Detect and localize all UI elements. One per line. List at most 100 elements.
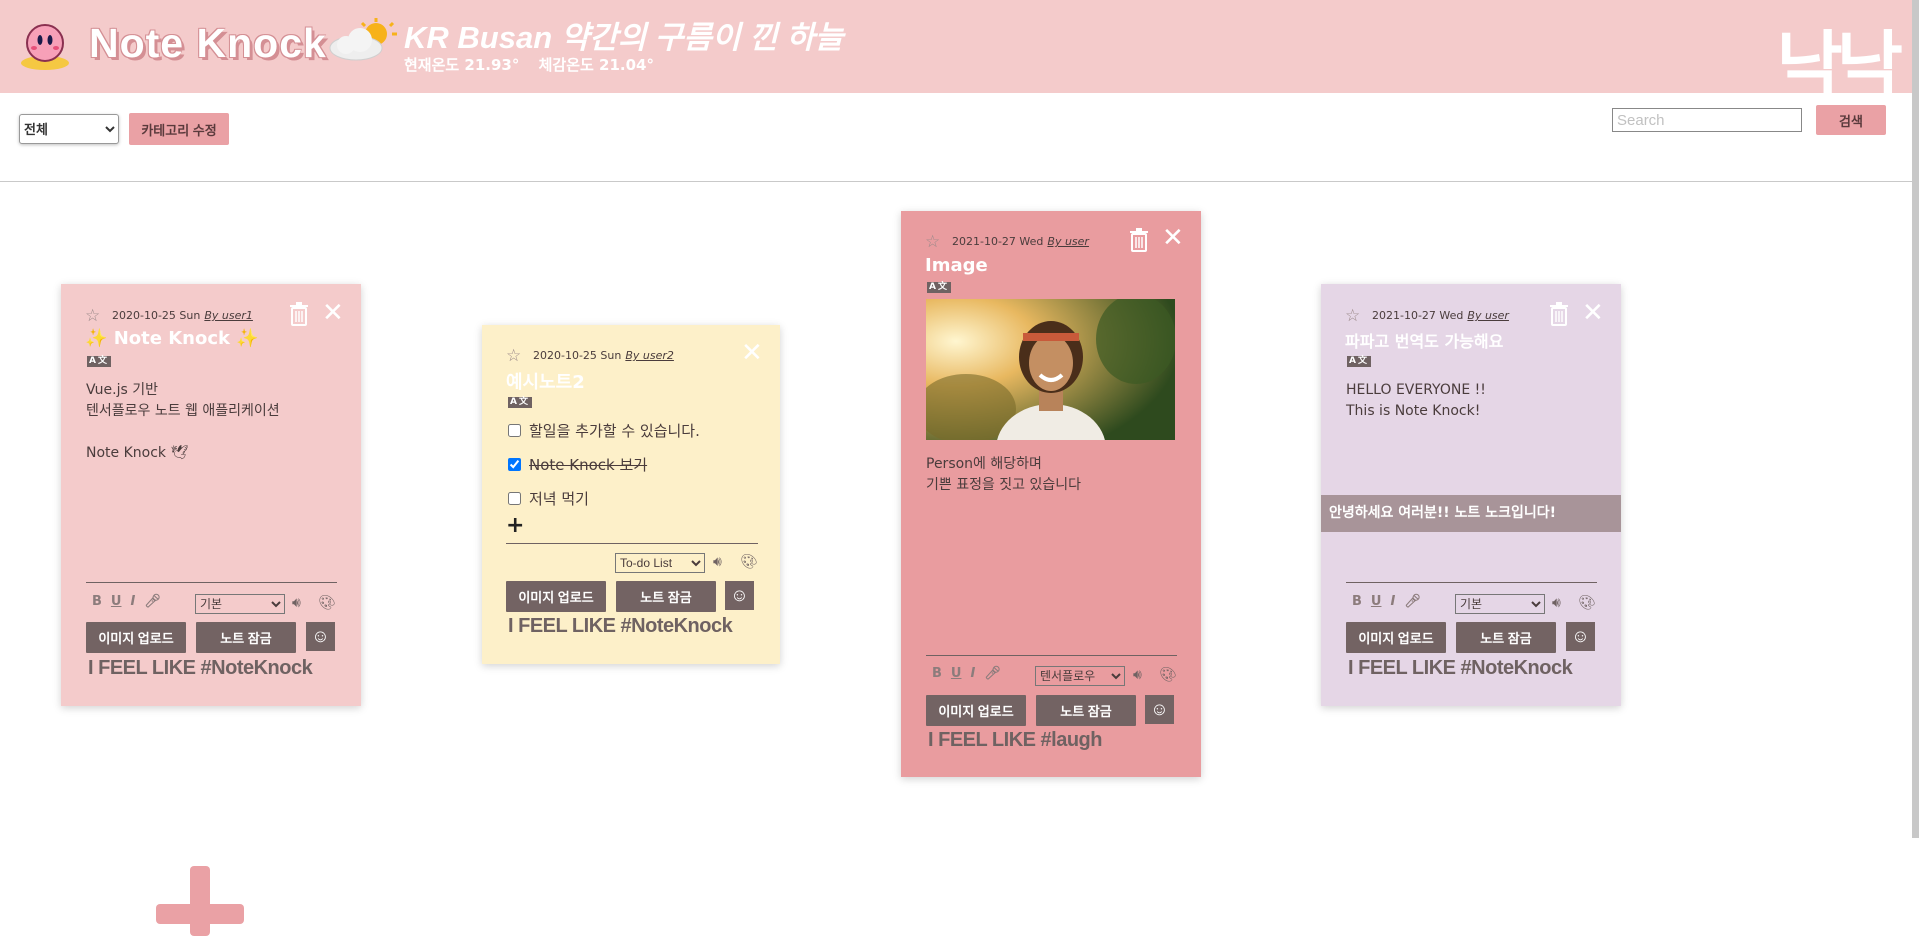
translate-icon[interactable]: A文 [508, 397, 532, 408]
note-card[interactable]: ☆ 2020-10-25 Sun By user2 ✕ 예시노트2 A文 할일을 … [482, 325, 780, 664]
note-author[interactable]: By user1 [204, 309, 253, 322]
speaker-icon[interactable]: 🔊︎ [292, 594, 301, 612]
todo-item[interactable]: 할일을 추가할 수 있습니다. [508, 420, 700, 441]
close-icon[interactable]: ✕ [1582, 300, 1604, 326]
category-edit-button[interactable]: 카테고리 수정 [129, 113, 229, 145]
emoji-icon[interactable]: ☺ [1566, 622, 1595, 651]
note-body-line: Note Knock 🕊 [86, 445, 189, 461]
translate-icon[interactable]: A文 [1347, 356, 1371, 367]
speaker-icon[interactable]: 🔊︎ [1133, 666, 1142, 684]
italic-button[interactable]: I [970, 666, 975, 681]
underline-button[interactable]: U [951, 666, 962, 681]
todo-checkbox[interactable] [508, 458, 521, 471]
partly-cloudy-icon [329, 18, 397, 61]
close-icon[interactable]: ✕ [1162, 225, 1184, 251]
note-body-line: 기쁜 표정을 짓고 있습니다 [926, 477, 1082, 493]
translate-icon[interactable]: A文 [927, 282, 951, 293]
star-icon[interactable]: ☆ [925, 232, 940, 252]
search-input[interactable] [1612, 108, 1802, 132]
voice-select[interactable]: 기본 [1455, 594, 1545, 614]
note-card[interactable]: ☆ 2021-10-27 Wed By user ✕ 파파고 번역도 가능해요 A… [1321, 284, 1621, 706]
trash-icon[interactable] [289, 302, 309, 326]
palette-icon[interactable]: 🎨︎ [318, 594, 336, 612]
star-icon[interactable]: ☆ [1345, 306, 1360, 326]
note-body[interactable]: Person에 해당하며 기쁜 표정을 짓고 있습니다 [926, 454, 1081, 496]
toolbar-divider [0, 181, 1912, 182]
note-card[interactable]: ☆ 2021-10-27 Wed By user ✕ Image A文 Perso… [901, 211, 1201, 777]
note-author[interactable]: By user2 [625, 349, 674, 362]
emoji-icon[interactable]: ☺ [1145, 695, 1174, 724]
star-icon[interactable]: ☆ [506, 346, 521, 366]
voice-select[interactable]: 텐서플로우 [1035, 666, 1125, 686]
image-upload-button[interactable]: 이미지 업로드 [1346, 622, 1446, 653]
close-icon[interactable]: ✕ [322, 300, 344, 326]
close-icon[interactable]: ✕ [741, 340, 763, 366]
palette-icon[interactable]: 🎨︎ [1159, 666, 1177, 684]
speaker-icon[interactable]: 🔊︎ [713, 553, 722, 571]
sparkle-icon: ✨ [85, 328, 108, 349]
translate-icon[interactable]: A文 [87, 356, 111, 367]
star-icon[interactable]: ☆ [85, 306, 100, 326]
add-note-icon[interactable] [156, 866, 244, 936]
note-divider [506, 543, 758, 544]
todo-item[interactable]: 저녁 먹기 [508, 488, 589, 509]
emoji-icon[interactable]: ☺ [306, 622, 335, 651]
feels-like-temp: 체감온도 21.04° [538, 56, 654, 74]
note-title-text: Note Knock [113, 328, 230, 349]
note-author[interactable]: By user [1467, 309, 1509, 322]
note-lock-button[interactable]: 노트 잠금 [1456, 622, 1556, 653]
category-select[interactable]: 전체 [19, 114, 119, 144]
feel-hashtag: I FEEL LIKE #laugh [928, 729, 1103, 751]
note-photo[interactable] [926, 299, 1175, 440]
note-lock-button[interactable]: 노트 잠금 [616, 581, 716, 612]
feel-hashtag: I FEEL LIKE #NoteKnock [88, 657, 313, 679]
mic-icon[interactable]: 🎤︎ [984, 666, 1001, 681]
image-upload-button[interactable]: 이미지 업로드 [506, 581, 606, 612]
note-author[interactable]: By user [1047, 235, 1089, 248]
page-scrollbar[interactable] [1912, 0, 1919, 838]
mic-icon[interactable]: 🎤︎ [144, 594, 161, 609]
italic-button[interactable]: I [130, 594, 135, 609]
speaker-icon[interactable]: 🔊︎ [1552, 594, 1561, 612]
todo-text: 저녁 먹기 [529, 490, 589, 508]
note-date: 2021-10-27 Wed [952, 235, 1044, 248]
underline-button[interactable]: U [111, 594, 122, 609]
trash-icon[interactable] [1549, 302, 1569, 326]
todo-text: Note Knock 보기 [529, 456, 648, 474]
note-body-line [86, 422, 280, 443]
note-lock-button[interactable]: 노트 잠금 [196, 622, 296, 653]
brand-logo: 낙낙 [1776, 23, 1904, 107]
todo-checkbox[interactable] [508, 492, 521, 505]
app-header: Note Knock KR Busan 약간의 구름이 낀 하늘 현재온도 21… [0, 0, 1919, 107]
add-todo-button[interactable]: + [506, 513, 524, 538]
note-type-select[interactable]: To-do List [615, 553, 705, 573]
note-divider [1346, 582, 1597, 583]
search-button[interactable]: 검색 [1816, 105, 1886, 135]
emoji-icon[interactable]: ☺ [725, 581, 754, 610]
note-body-line: HELLO EVERYONE !! [1346, 382, 1486, 398]
mic-icon[interactable]: 🎤︎ [1404, 594, 1421, 609]
image-upload-button[interactable]: 이미지 업로드 [86, 622, 186, 653]
underline-button[interactable]: U [1371, 594, 1382, 609]
note-body-line: 텐서플로우 노트 웹 애플리케이션 [86, 403, 280, 419]
todo-item[interactable]: Note Knock 보기 [508, 454, 647, 475]
bold-button[interactable]: B [932, 666, 942, 681]
trash-icon[interactable] [1129, 228, 1149, 252]
note-lock-button[interactable]: 노트 잠금 [1036, 695, 1136, 726]
note-body-line: This is Note Knock! [1346, 403, 1481, 419]
bold-button[interactable]: B [92, 594, 102, 609]
note-divider [86, 582, 337, 583]
todo-text: 할일을 추가할 수 있습니다. [529, 422, 700, 440]
todo-checkbox[interactable] [508, 424, 521, 437]
voice-select[interactable]: 기본 [195, 594, 285, 614]
note-body[interactable]: HELLO EVERYONE !! This is Note Knock! [1346, 380, 1486, 422]
italic-button[interactable]: I [1390, 594, 1395, 609]
palette-icon[interactable]: 🎨︎ [740, 553, 758, 571]
note-card[interactable]: ☆ 2020-10-25 Sun By user1 ✕ ✨ Note Knock … [61, 284, 361, 706]
palette-icon[interactable]: 🎨︎ [1578, 594, 1596, 612]
bold-button[interactable]: B [1352, 594, 1362, 609]
current-temp: 현재온도 21.93° [404, 56, 520, 74]
image-upload-button[interactable]: 이미지 업로드 [926, 695, 1026, 726]
note-meta: 2021-10-27 Wed By user [952, 235, 1089, 248]
note-body[interactable]: Vue.js 기반 텐서플로우 노트 웹 애플리케이션 Note Knock 🕊 [86, 380, 280, 464]
